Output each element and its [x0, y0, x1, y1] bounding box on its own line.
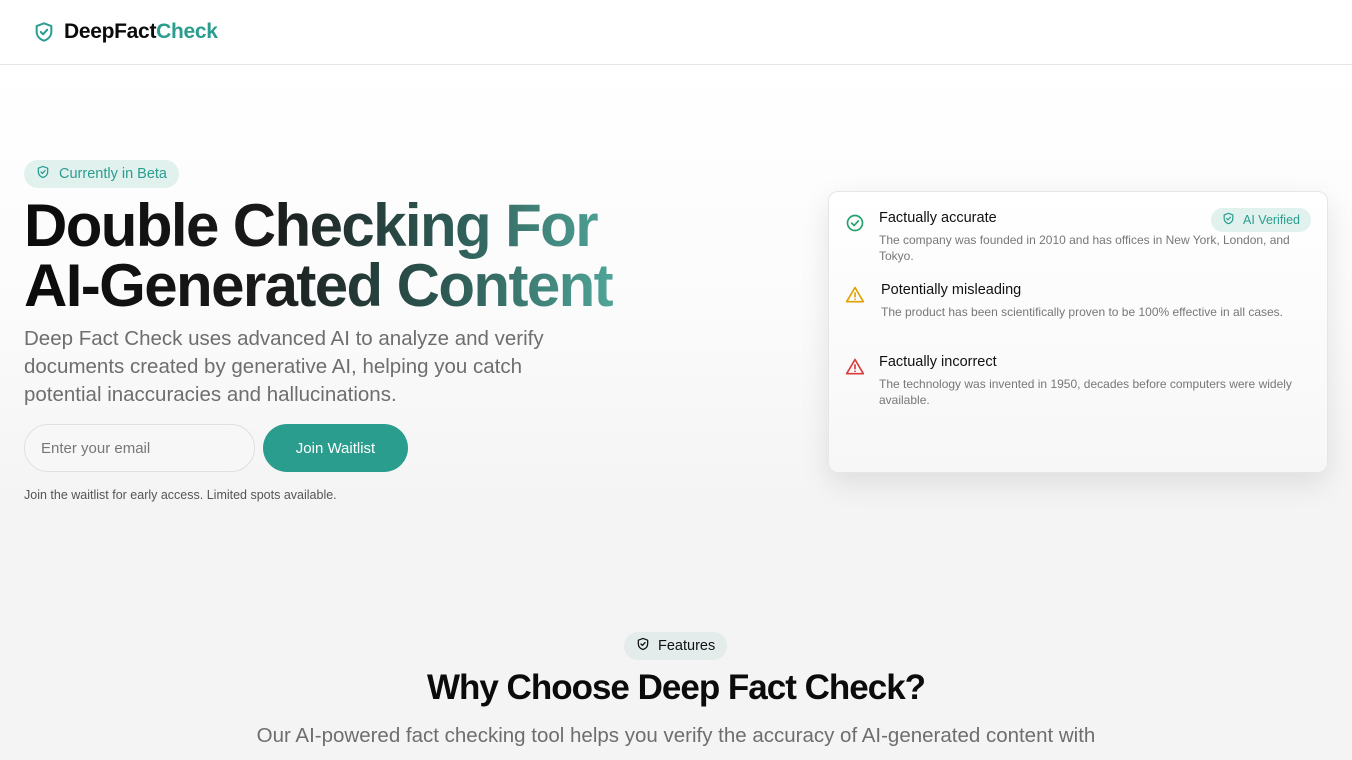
features-title: Why Choose Deep Fact Check?	[426, 668, 926, 707]
result-item-accurate: Factually accurate The company was found…	[845, 210, 1305, 272]
result-title: Factually incorrect	[879, 354, 997, 370]
fact-check-demo-card: AI Verified Factually accurate The compa…	[828, 191, 1328, 473]
headline-line-1: Double Checking For	[24, 192, 597, 259]
result-title: Potentially misleading	[881, 282, 1022, 298]
result-description: The company was founded in 2010 and has …	[879, 233, 1290, 263]
result-description: The product has been scientifically prov…	[881, 305, 1284, 319]
shield-check-icon	[636, 637, 650, 655]
shield-check-icon	[33, 20, 55, 44]
waitlist-note: Join the waitlist for early access. Limi…	[24, 488, 337, 502]
alert-triangle-icon	[845, 357, 865, 377]
features-badge: Features	[624, 632, 728, 660]
result-item-misleading: Potentially misleading The product has b…	[845, 282, 1305, 344]
hero-subtext: Deep Fact Check uses advanced AI to anal…	[24, 327, 544, 406]
warning-triangle-icon	[845, 285, 865, 305]
beta-badge: Currently in Beta	[24, 160, 179, 188]
hero-headline: Double Checking For AI-Generated Content	[24, 196, 724, 316]
top-navbar: DeepFactCheck	[0, 0, 1352, 65]
features-subtitle: Our AI-powered fact checking tool helps …	[256, 724, 1096, 747]
shield-check-icon	[36, 165, 50, 183]
result-title: Factually accurate	[879, 210, 997, 226]
check-circle-icon	[845, 213, 865, 233]
brand-name: DeepFactCheck	[64, 20, 218, 43]
beta-badge-label: Currently in Beta	[59, 166, 167, 182]
result-item-incorrect: Factually incorrect The technology was i…	[845, 354, 1305, 416]
email-input[interactable]	[24, 424, 255, 472]
features-badge-label: Features	[658, 638, 716, 654]
result-description: The technology was invented in 1950, dec…	[879, 377, 1292, 407]
join-waitlist-button[interactable]: Join Waitlist	[263, 424, 408, 472]
headline-line-2: AI-Generated Content	[24, 252, 613, 319]
brand-logo[interactable]: DeepFactCheck	[33, 20, 218, 44]
